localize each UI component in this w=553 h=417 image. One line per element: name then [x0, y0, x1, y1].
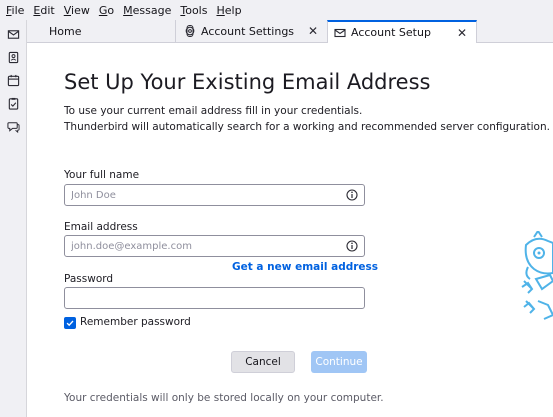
credentials-note: Your credentials will only be stored loc…	[64, 392, 384, 404]
checkmark-icon	[66, 320, 74, 327]
full-name-label: Your full name	[64, 169, 140, 181]
menu-bar: File Edit View Go Message Tools Help	[0, 0, 553, 20]
account-setup-page: Set Up Your Existing Email Address To us…	[27, 43, 553, 417]
cancel-button[interactable]: Cancel	[231, 351, 295, 373]
remember-password-checkbox[interactable]	[64, 317, 76, 329]
page-title: Set Up Your Existing Email Address	[64, 70, 431, 94]
info-icon[interactable]	[346, 189, 358, 201]
menu-edit[interactable]: Edit	[30, 4, 57, 17]
email-field	[64, 235, 365, 257]
tab-account-setup[interactable]: Account Setup ✕	[327, 20, 477, 43]
remember-password-label: Remember password	[80, 316, 191, 328]
mascot-illustration-icon	[521, 231, 553, 320]
tasks-icon[interactable]	[6, 96, 20, 110]
full-name-field	[64, 184, 365, 206]
menu-file[interactable]: File	[3, 4, 27, 17]
password-field	[64, 287, 365, 309]
full-name-input[interactable]	[65, 185, 341, 205]
mail-icon[interactable]	[6, 27, 20, 41]
calendar-icon[interactable]	[6, 73, 20, 87]
menu-message[interactable]: Message	[120, 4, 174, 17]
intro-text: To use your current email address fill i…	[64, 105, 550, 133]
mail-tab-icon	[334, 27, 346, 39]
menu-tools[interactable]: Tools	[177, 4, 210, 17]
close-icon[interactable]: ✕	[457, 26, 467, 40]
password-input[interactable]	[65, 288, 341, 308]
menu-view[interactable]: View	[61, 4, 93, 17]
get-new-email-link[interactable]: Get a new email address	[232, 261, 378, 273]
info-icon[interactable]	[346, 240, 358, 252]
tab-bar: Home Account Settings ✕ Account Setup ✕	[27, 20, 553, 43]
spaces-toolbar	[0, 20, 27, 417]
close-icon[interactable]: ✕	[308, 24, 318, 38]
tab-account-settings[interactable]: Account Settings ✕	[175, 20, 327, 42]
tab-home[interactable]: Home	[27, 20, 175, 42]
menu-go[interactable]: Go	[96, 4, 117, 17]
settings-gear-icon	[184, 25, 196, 37]
chat-icon[interactable]	[6, 119, 20, 133]
email-input[interactable]	[65, 236, 341, 256]
password-label: Password	[64, 273, 114, 285]
email-label: Email address	[64, 221, 138, 233]
menu-help[interactable]: Help	[213, 4, 244, 17]
continue-button[interactable]: Continue	[311, 351, 367, 373]
address-book-icon[interactable]	[6, 50, 20, 64]
